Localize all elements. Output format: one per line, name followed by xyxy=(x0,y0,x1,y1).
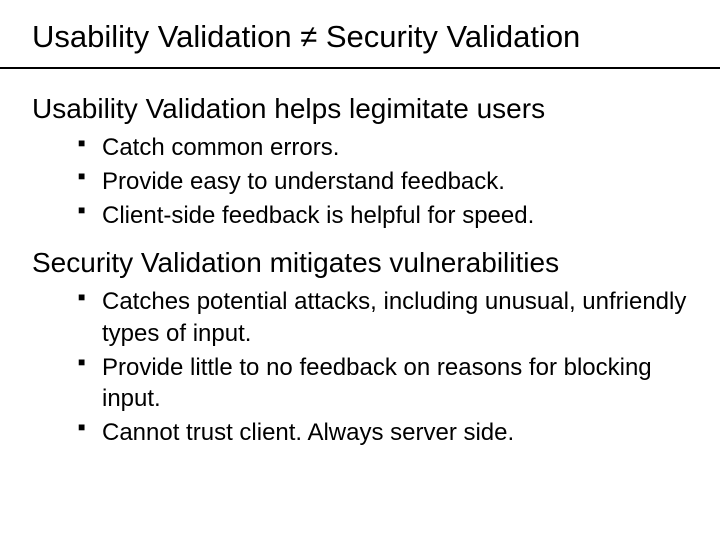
slide-title: Usability Validation ≠ Security Validati… xyxy=(0,8,720,69)
security-bullet-list: Catches potential attacks, including unu… xyxy=(78,286,688,448)
list-item: Client-side feedback is helpful for spee… xyxy=(78,200,688,232)
list-item: Provide easy to understand feedback. xyxy=(78,166,688,198)
slide: Usability Validation ≠ Security Validati… xyxy=(0,8,720,540)
usability-bullet-list: Catch common errors. Provide easy to und… xyxy=(78,132,688,231)
list-item: Catches potential attacks, including unu… xyxy=(78,286,688,349)
list-item: Cannot trust client. Always server side. xyxy=(78,417,688,449)
section-heading-security: Security Validation mitigates vulnerabil… xyxy=(32,245,688,280)
slide-body: Usability Validation helps legimitate us… xyxy=(0,69,720,448)
list-item: Catch common errors. xyxy=(78,132,688,164)
list-item: Provide little to no feedback on reasons… xyxy=(78,352,688,415)
section-heading-usability: Usability Validation helps legimitate us… xyxy=(32,91,688,126)
